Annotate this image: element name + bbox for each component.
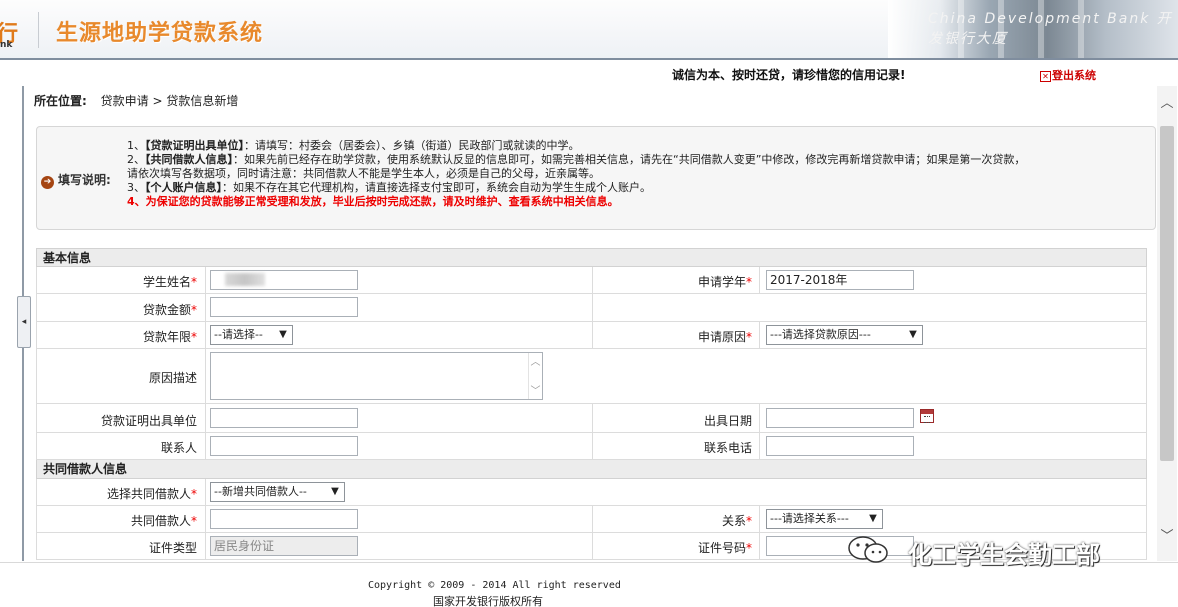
reason-select[interactable]: ---请选择贷款原因--- ▼: [766, 325, 923, 345]
instruction-line-4: 4、为保证您的贷款能够正常受理和发放，毕业后按时完成还款，请及时维护、查看系统中…: [127, 195, 619, 208]
collapse-sidebar-handle[interactable]: ◂: [17, 296, 31, 348]
section-coborrower: 共同借款人信息: [36, 460, 1147, 479]
form-row: 原因描述 ︿ ﹀: [36, 349, 1147, 404]
chevron-down-icon[interactable]: ﹀: [1159, 529, 1175, 545]
loan-form: 基本信息 学生姓名* 申请学年* 2017-2018年 贷款金额* 贷款年限* …: [36, 248, 1147, 560]
watermark-text: 化工学生会勤工部: [908, 541, 1100, 569]
chevron-left-icon: ◂: [21, 317, 27, 327]
cert-unit-field[interactable]: [210, 408, 358, 428]
phone-label: 联系电话: [703, 441, 752, 455]
chevron-up-icon: ︿: [530, 357, 541, 368]
form-row: 共同借款人* 关系* ---请选择关系--- ▼: [36, 506, 1147, 533]
id-number-label: 证件号码*: [697, 541, 752, 555]
issue-date-field[interactable]: [766, 408, 914, 428]
loan-term-select[interactable]: --请选择-- ▼: [210, 325, 293, 345]
breadcrumb-path: 贷款申请 > 贷款信息新增: [100, 94, 239, 108]
form-row: 选择共同借款人* --新增共同借款人-- ▼: [36, 479, 1147, 506]
instructions-title: ➔ 填写说明:: [41, 171, 111, 189]
copyright-text: Copyright © 2009 - 2014 All right reserv…: [368, 580, 621, 591]
owner-text: 国家开发银行版权所有: [433, 595, 543, 607]
form-row: 学生姓名* 申请学年* 2017-2018年: [36, 267, 1147, 294]
redacted-name: [225, 273, 265, 286]
system-title: 生源地助学贷款系统: [56, 21, 264, 46]
relation-select[interactable]: ---请选择关系--- ▼: [766, 509, 883, 529]
coborrower-name-field[interactable]: [210, 509, 358, 529]
loan-amount-field[interactable]: [210, 297, 358, 317]
school-year-field[interactable]: 2017-2018年: [766, 270, 914, 290]
logout-label: 登出系统: [1052, 69, 1096, 82]
chevron-down-icon: ▼: [869, 513, 877, 524]
instruction-line-3: 3、【个人账户信息】：如果不存在其它代理机构，请直接选择支付宝即可，系统会自动为…: [127, 181, 651, 194]
header-building-image: China Development Bank 开发银行大厦: [888, 0, 1178, 58]
student-name-label: 学生姓名*: [142, 275, 197, 289]
chevron-down-icon: ▼: [331, 486, 339, 497]
phone-field[interactable]: [766, 436, 914, 456]
select-coborrower-label: 选择共同借款人*: [106, 487, 197, 501]
wechat-icon: [848, 536, 888, 563]
instructions-panel: ➔ 填写说明: 1、【贷款证明出具单位】：请填写：村委会（居委会）、乡镇（街道）民…: [36, 126, 1156, 230]
chevron-down-icon: ﹀: [530, 386, 541, 397]
chevron-down-icon: ▼: [909, 329, 917, 340]
coborrower-name-label: 共同借款人*: [130, 514, 197, 528]
logo-separator: [38, 12, 39, 48]
relation-label: 关系*: [721, 514, 752, 528]
calendar-icon[interactable]: [920, 409, 934, 423]
school-year-label: 申请学年*: [697, 275, 752, 289]
loan-term-label: 贷款年限*: [142, 330, 197, 344]
form-row: 贷款金额*: [36, 294, 1147, 322]
app-window: 行 nk 生源地助学贷款系统 China Development Bank 开发…: [0, 0, 1178, 607]
id-type-field: 居民身份证: [210, 536, 358, 556]
form-row: 联系人 联系电话: [36, 433, 1147, 460]
instruction-line-2b: 请依次填写各数据项，同时请注意：共同借款人不能是学生本人，必须是自己的父母，近亲…: [127, 167, 600, 180]
chevron-down-icon: ▼: [279, 329, 287, 340]
slogan-bar: [0, 62, 1178, 84]
scrollbar-thumb[interactable]: [1160, 126, 1174, 461]
instruction-line-2: 2、【共同借款人信息】：如果先前已经存在助学贷款，使用系统默认反显的信息即可，如…: [127, 153, 1026, 166]
loan-amount-label: 贷款金额*: [142, 303, 197, 317]
credit-slogan: 诚信为本、按时还贷，请珍惜您的信用记录!: [672, 68, 906, 82]
reason-label: 申请原因*: [697, 330, 752, 344]
breadcrumb-label: 所在位置:: [34, 94, 87, 108]
breadcrumb: 所在位置: 贷款申请 > 贷款信息新增: [34, 92, 238, 109]
reason-desc-label: 原因描述: [148, 371, 197, 385]
issue-date-label: 出具日期: [703, 414, 752, 428]
instruction-line-1: 1、【贷款证明出具单位】：请填写：村委会（居委会）、乡镇（街道）民政部门或就读的…: [127, 139, 580, 152]
textarea-scrollbar[interactable]: ︿ ﹀: [528, 353, 542, 399]
chevron-up-icon[interactable]: ︿: [1159, 96, 1175, 112]
contact-label: 联系人: [160, 441, 197, 455]
logout-link[interactable]: ✕ 登出系统: [1040, 67, 1096, 83]
arrow-right-icon: ➔: [41, 176, 54, 189]
building-sign: China Development Bank 开发银行大厦: [928, 11, 1173, 47]
reason-desc-textarea[interactable]: ︿ ﹀: [210, 352, 543, 400]
form-row: 贷款年限* --请选择-- ▼ 申请原因* ---请选择贷款原因--- ▼: [36, 322, 1147, 349]
form-row: 贷款证明出具单位 出具日期: [36, 404, 1147, 433]
close-icon: ✕: [1040, 71, 1051, 82]
bank-logo-sub: nk: [0, 40, 13, 50]
coborrower-select[interactable]: --新增共同借款人-- ▼: [210, 482, 345, 502]
cert-unit-label: 贷款证明出具单位: [100, 414, 197, 428]
instructions-body: 1、【贷款证明出具单位】：请填写：村委会（居委会）、乡镇（街道）民政部门或就读的…: [127, 139, 1152, 209]
page-scrollbar[interactable]: ︿ ﹀: [1157, 86, 1177, 561]
section-basic-info: 基本信息: [36, 248, 1147, 267]
id-type-label: 证件类型: [148, 541, 197, 555]
header-banner: 行 nk 生源地助学贷款系统 China Development Bank 开发…: [0, 0, 1178, 60]
contact-field[interactable]: [210, 436, 358, 456]
